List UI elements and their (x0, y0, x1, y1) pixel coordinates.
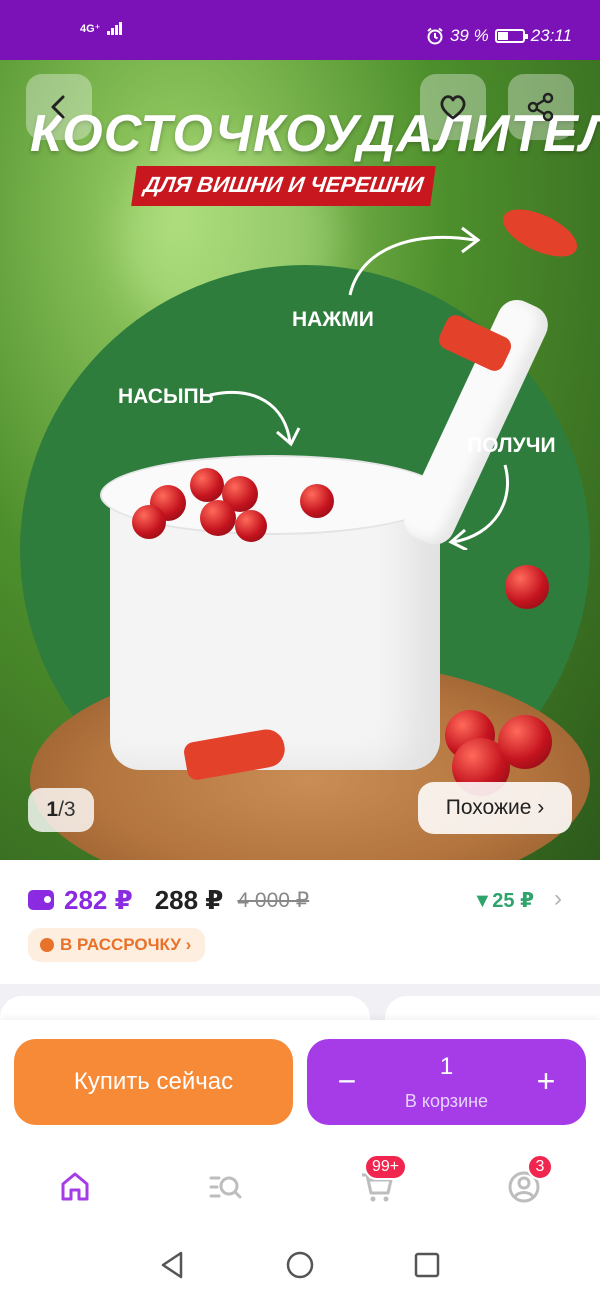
home-icon (61, 1172, 89, 1201)
increase-quantity-button[interactable]: + (526, 1061, 566, 1101)
product-banner-subtitle: ДЛЯ ВИШНИ И ЧЕРЕШНИ (131, 166, 436, 206)
arrow-icon (448, 464, 510, 550)
product-image-gallery[interactable]: КОСТОЧКОУДАЛИТЕЛЬ ДЛЯ ВИШНИ И ЧЕРЕШНИ НА… (0, 60, 600, 860)
label-press: НАЖМИ (292, 308, 374, 331)
network-indicator: 4G⁺ (80, 22, 123, 35)
system-recents-button[interactable] (412, 1250, 442, 1280)
similar-products-button[interactable]: Похожие › (418, 782, 572, 834)
arrow-icon (348, 226, 481, 296)
profile-badge: 3 (527, 1154, 553, 1180)
recents-square-icon (414, 1252, 440, 1278)
back-button[interactable] (26, 74, 92, 140)
cherry (132, 505, 166, 539)
cherry (300, 484, 334, 518)
recommendations-strip (0, 984, 600, 1036)
purchase-action-bar: Купить сейчас − 1 В корзине + (0, 1020, 600, 1138)
cart-badge: 99+ (364, 1154, 408, 1180)
label-pour: НАСЫПЬ (118, 385, 214, 408)
arrow-icon (209, 390, 301, 447)
nav-catalog[interactable] (200, 1162, 250, 1212)
installment-label: В РАССРОЧКУ › (60, 935, 192, 954)
chevron-right-icon[interactable]: › (554, 885, 562, 913)
catalog-search-icon (209, 1176, 242, 1199)
status-right: 39 % 23:11 (426, 26, 572, 46)
plunger-cap (496, 199, 584, 267)
price-drop-link[interactable]: ▼25 ₽ (472, 888, 534, 913)
page-current: 1 (46, 798, 59, 821)
label-get: ПОЛУЧИ (467, 434, 556, 457)
back-triangle-icon (161, 1251, 183, 1279)
page-total: 3 (63, 798, 76, 821)
battery-icon (494, 29, 528, 43)
buy-now-button[interactable]: Купить сейчас (14, 1039, 293, 1125)
image-page-indicator: 1/3 (28, 788, 94, 832)
share-button[interactable] (508, 74, 574, 140)
signal-icon (106, 22, 123, 35)
nav-home[interactable] (50, 1162, 100, 1212)
alarm-icon (427, 27, 443, 45)
clock: 23:11 (530, 26, 572, 45)
home-circle-icon (286, 1251, 314, 1279)
favorite-button[interactable] (420, 74, 486, 140)
system-home-button[interactable] (285, 1250, 315, 1280)
pie-chart-icon (40, 938, 54, 952)
price-card: 282 ₽ 288 ₽ 4 000 ₽ ▼25 ₽ › В РАССРОЧКУ … (0, 860, 600, 984)
old-price: 4 000 ₽ (237, 888, 310, 912)
installment-button[interactable]: В РАССРОЧКУ › (28, 928, 206, 962)
bottom-navigation: 99+ 3 (0, 1138, 600, 1230)
current-price: 288 ₽ (154, 884, 224, 915)
cherry (200, 500, 236, 536)
cherry (505, 565, 549, 609)
share-icon (527, 92, 554, 122)
battery-percent: 39 % (449, 26, 489, 45)
cherry (498, 715, 552, 769)
status-bar: 4G⁺ 39 % 23:11 (0, 0, 600, 60)
cart-quantity-stepper: − 1 В корзине + (307, 1039, 586, 1125)
nav-profile[interactable]: 3 (499, 1154, 553, 1212)
wallet-price: 282 ₽ (64, 884, 133, 915)
cherry (190, 468, 224, 502)
nav-cart[interactable]: 99+ (352, 1154, 408, 1212)
cherry (235, 510, 267, 542)
system-back-button[interactable] (157, 1250, 187, 1280)
heart-icon (440, 95, 466, 120)
price-row: 282 ₽ 288 ₽ 4 000 ₽ (28, 884, 309, 916)
network-label: 4G⁺ (80, 23, 101, 35)
chevron-left-icon (51, 95, 65, 119)
wallet-icon (28, 890, 54, 910)
system-navigation (0, 1230, 600, 1299)
